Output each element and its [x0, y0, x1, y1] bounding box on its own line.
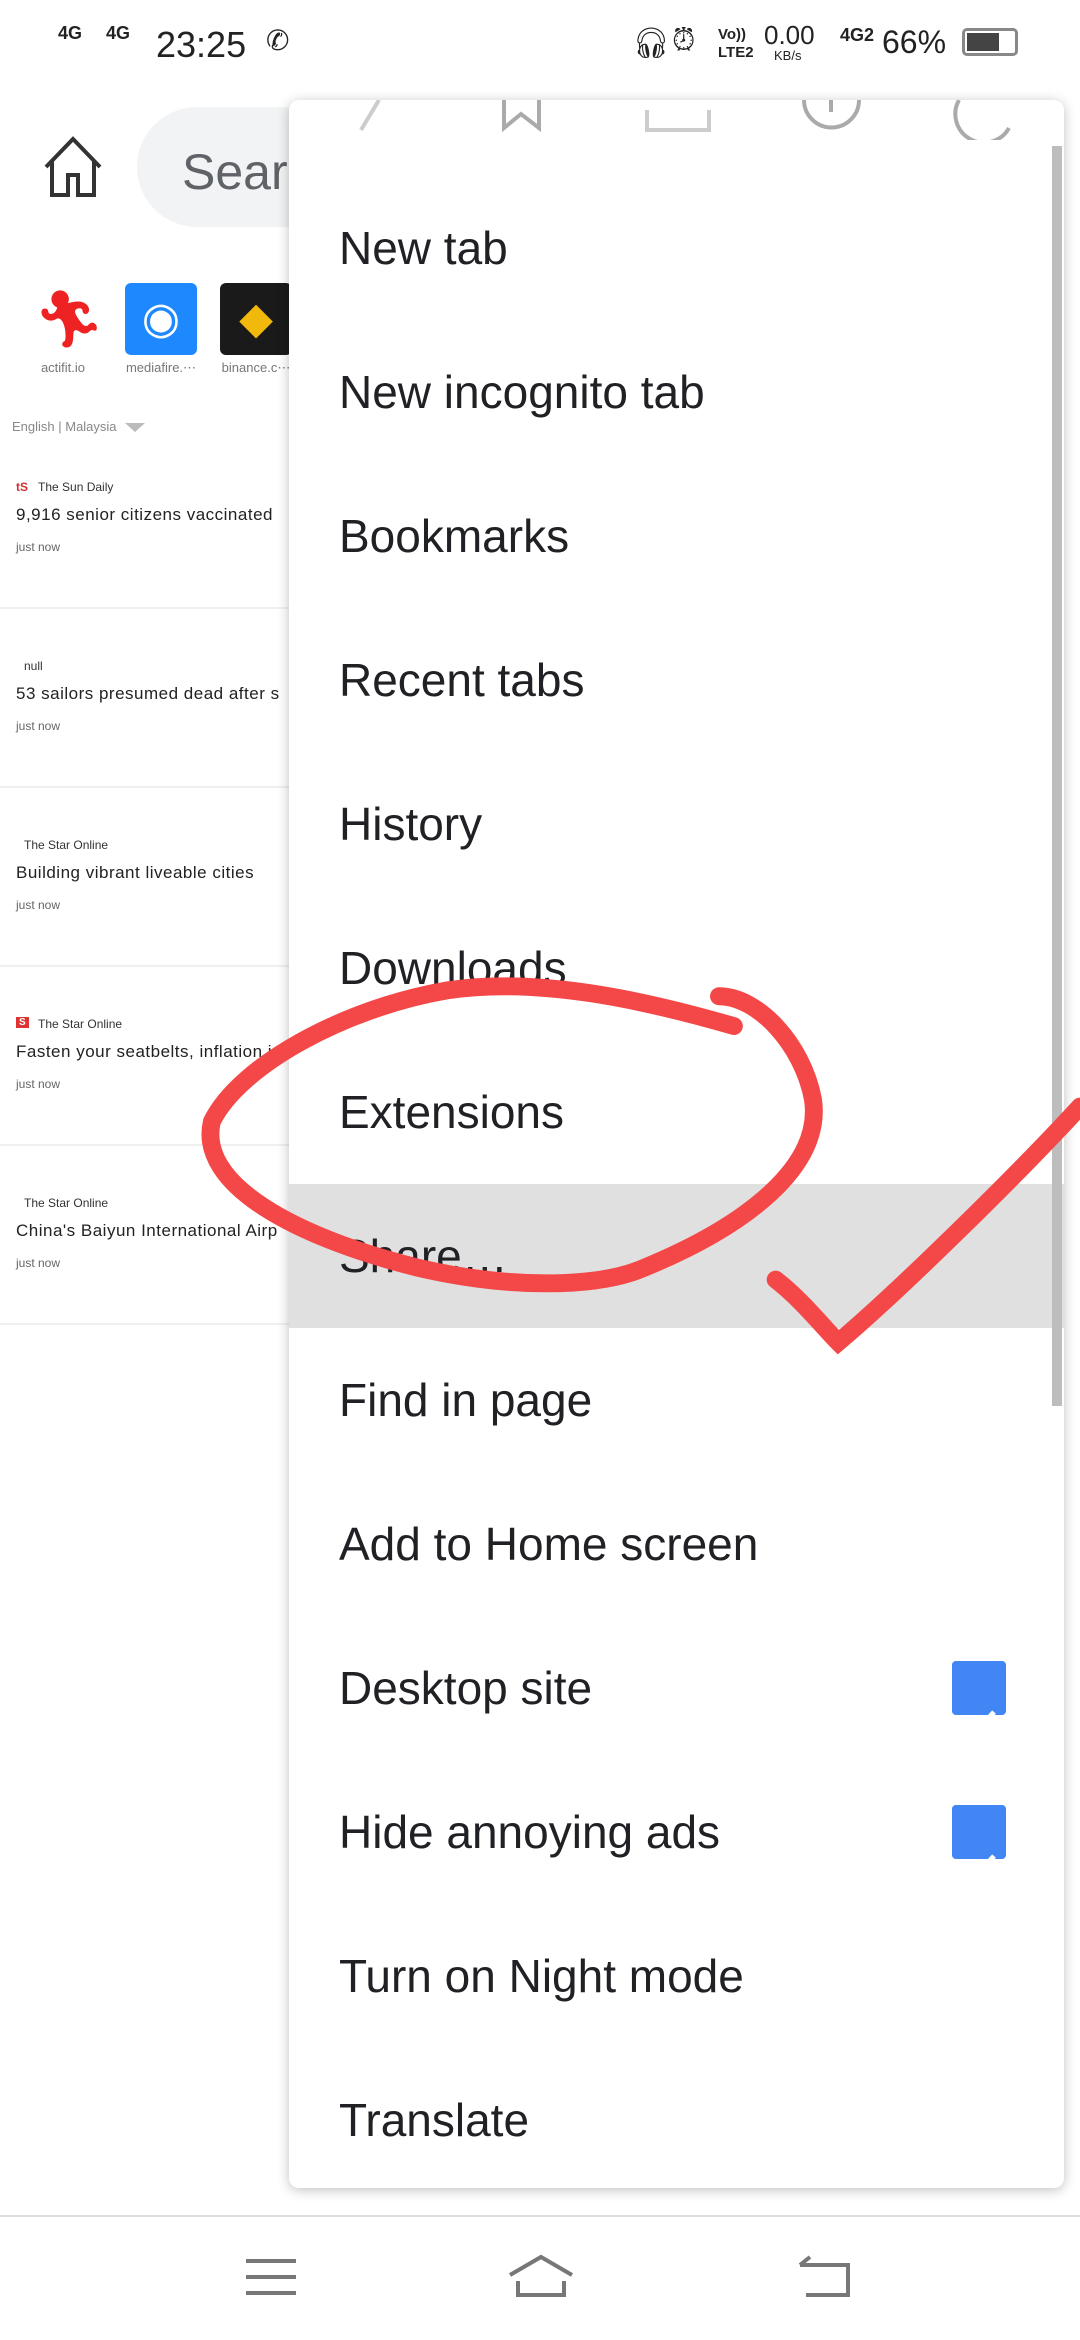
menu-item-share[interactable]: Share…	[289, 1184, 1064, 1328]
home-icon[interactable]	[40, 135, 106, 201]
shortcut-actifit[interactable]: 🏃︎	[33, 283, 105, 355]
news-time: just now	[16, 540, 61, 554]
source-logo: tS	[16, 480, 28, 494]
menu-item-label: Translate	[339, 2094, 530, 2146]
battery-icon	[962, 28, 1018, 56]
menu-item-recent-tabs[interactable]: Recent tabs	[289, 608, 1064, 752]
menu-item-history[interactable]: History	[289, 752, 1064, 896]
network-speed: 0.00	[764, 20, 815, 50]
news-title: 9,916 senior citizens vaccinated	[16, 505, 273, 524]
home-nav-icon[interactable]	[506, 2253, 576, 2299]
menu-item-label: Desktop site	[339, 1662, 593, 1714]
forward-icon[interactable]	[359, 100, 381, 132]
headphones-icon: 🎧︎	[632, 27, 671, 60]
menu-item-desktop-site[interactable]: Desktop site	[289, 1616, 1064, 1760]
news-source: null	[24, 659, 43, 673]
menu-icon[interactable]	[244, 2257, 298, 2297]
menu-item-label: Share…	[339, 1230, 508, 1282]
menu-item-label: History	[339, 798, 483, 850]
menu-item-label: Bookmarks	[339, 510, 570, 562]
news-item[interactable]: S The Star Online Fasten your seatbelts, i…	[0, 967, 300, 1146]
menu-item-new-incognito-tab[interactable]: New incognito tab	[289, 320, 1064, 464]
news-title: China's Baiyun International Airp	[16, 1221, 278, 1240]
alarm-icon: ⏰︎	[672, 24, 696, 57]
menu-scrollbar[interactable]	[1052, 146, 1062, 1406]
whatsapp-icon: ✆	[266, 25, 290, 56]
menu-item-label: Hide annoying ads	[339, 1806, 721, 1858]
actifit-icon: 🏃︎	[33, 287, 105, 350]
news-title: 53 sailors presumed dead after s	[16, 684, 280, 703]
menu-item-label: Downloads	[339, 942, 567, 994]
network-speed-unit: KB/s	[774, 48, 802, 63]
menu-item-label: Recent tabs	[339, 654, 585, 706]
menu-item-bookmarks[interactable]: Bookmarks	[289, 464, 1064, 608]
binance-icon: ◆	[239, 294, 273, 343]
news-source: The Sun Daily	[38, 480, 114, 494]
menu-item-label: Turn on Night mode	[339, 1950, 744, 2002]
navigation-bar	[0, 2215, 1080, 2340]
status-bar: 4G 4G 23:25 ✆ 🎧︎ ⏰︎ Vo)) LTE2 0.00 KB/s …	[0, 0, 1080, 90]
news-source: The Star Online	[24, 1196, 109, 1210]
news-time: just now	[16, 1077, 61, 1091]
menu-item-label: New tab	[339, 222, 508, 274]
menu-item-hide-annoying-ads[interactable]: Hide annoying ads	[289, 1760, 1064, 1904]
news-source: The Star Online	[38, 1017, 123, 1031]
bookmark-star-icon[interactable]	[502, 100, 541, 133]
menu-item-new-tab[interactable]: New tab	[289, 176, 1064, 320]
source-logo: S	[16, 1017, 29, 1028]
menu-item-extensions[interactable]: Extensions	[289, 1040, 1064, 1184]
news-item[interactable]: tS The Sun Daily 9,916 senior citizens vac…	[0, 430, 300, 609]
checkbox-checked-icon[interactable]	[952, 1805, 1006, 1881]
menu-top-icons	[359, 100, 1011, 140]
overflow-menu: New tab New incognito tab Bookmarks Recent …	[289, 100, 1064, 2188]
news-source: The Star Online	[24, 838, 109, 852]
news-title: Building vibrant liveable cities	[16, 863, 255, 882]
mediafire-icon: ◉	[141, 294, 181, 343]
info-icon[interactable]	[802, 100, 861, 130]
back-icon[interactable]	[796, 2253, 852, 2299]
volte-indicator: Vo)) LTE2	[718, 26, 754, 61]
shortcut-label: mediafire.⋯	[125, 360, 197, 375]
menu-item-turn-on-night-mode[interactable]: Turn on Night mode	[289, 1904, 1064, 2048]
network-indicator-1: 4G	[58, 23, 83, 43]
menu-item-label: Find in page	[339, 1374, 593, 1426]
battery-percent: 66%	[882, 24, 947, 60]
news-time: just now	[16, 898, 61, 912]
checkbox-checked-icon[interactable]	[952, 1661, 1006, 1737]
download-icon[interactable]	[645, 110, 711, 132]
shortcut-label: actifit.io	[40, 360, 86, 375]
menu-item-label: Add to Home screen	[339, 1518, 759, 1570]
shortcut-binance[interactable]: ◆	[220, 283, 292, 355]
menu-item-label: New incognito tab	[339, 366, 705, 418]
refresh-icon[interactable]	[953, 100, 1011, 140]
news-title: Fasten your seatbelts, inflation is	[16, 1042, 282, 1061]
news-item[interactable]: The Star Online China's Baiyun Internatio…	[0, 1146, 300, 1325]
news-item[interactable]: The Star Online Building vibrant liveable…	[0, 788, 300, 967]
menu-item-label: Extensions	[339, 1086, 565, 1138]
clock: 23:25	[156, 24, 247, 65]
network-indicator-3: 4G2	[840, 25, 875, 45]
shortcut-mediafire[interactable]: ◉	[125, 283, 197, 355]
network-indicator-2: 4G	[106, 23, 131, 43]
shortcut-label: binance.c⋯	[221, 360, 291, 375]
menu-item-add-to-home-screen[interactable]: Add to Home screen	[289, 1472, 1064, 1616]
news-time: just now	[16, 1256, 61, 1270]
news-item[interactable]: null 53 sailors presumed dead after s just…	[0, 609, 300, 788]
menu-item-translate[interactable]: Translate	[289, 2048, 1064, 2188]
menu-item-find-in-page[interactable]: Find in page	[289, 1328, 1064, 1472]
news-time: just now	[16, 719, 61, 733]
menu-item-downloads[interactable]: Downloads	[289, 896, 1064, 1040]
